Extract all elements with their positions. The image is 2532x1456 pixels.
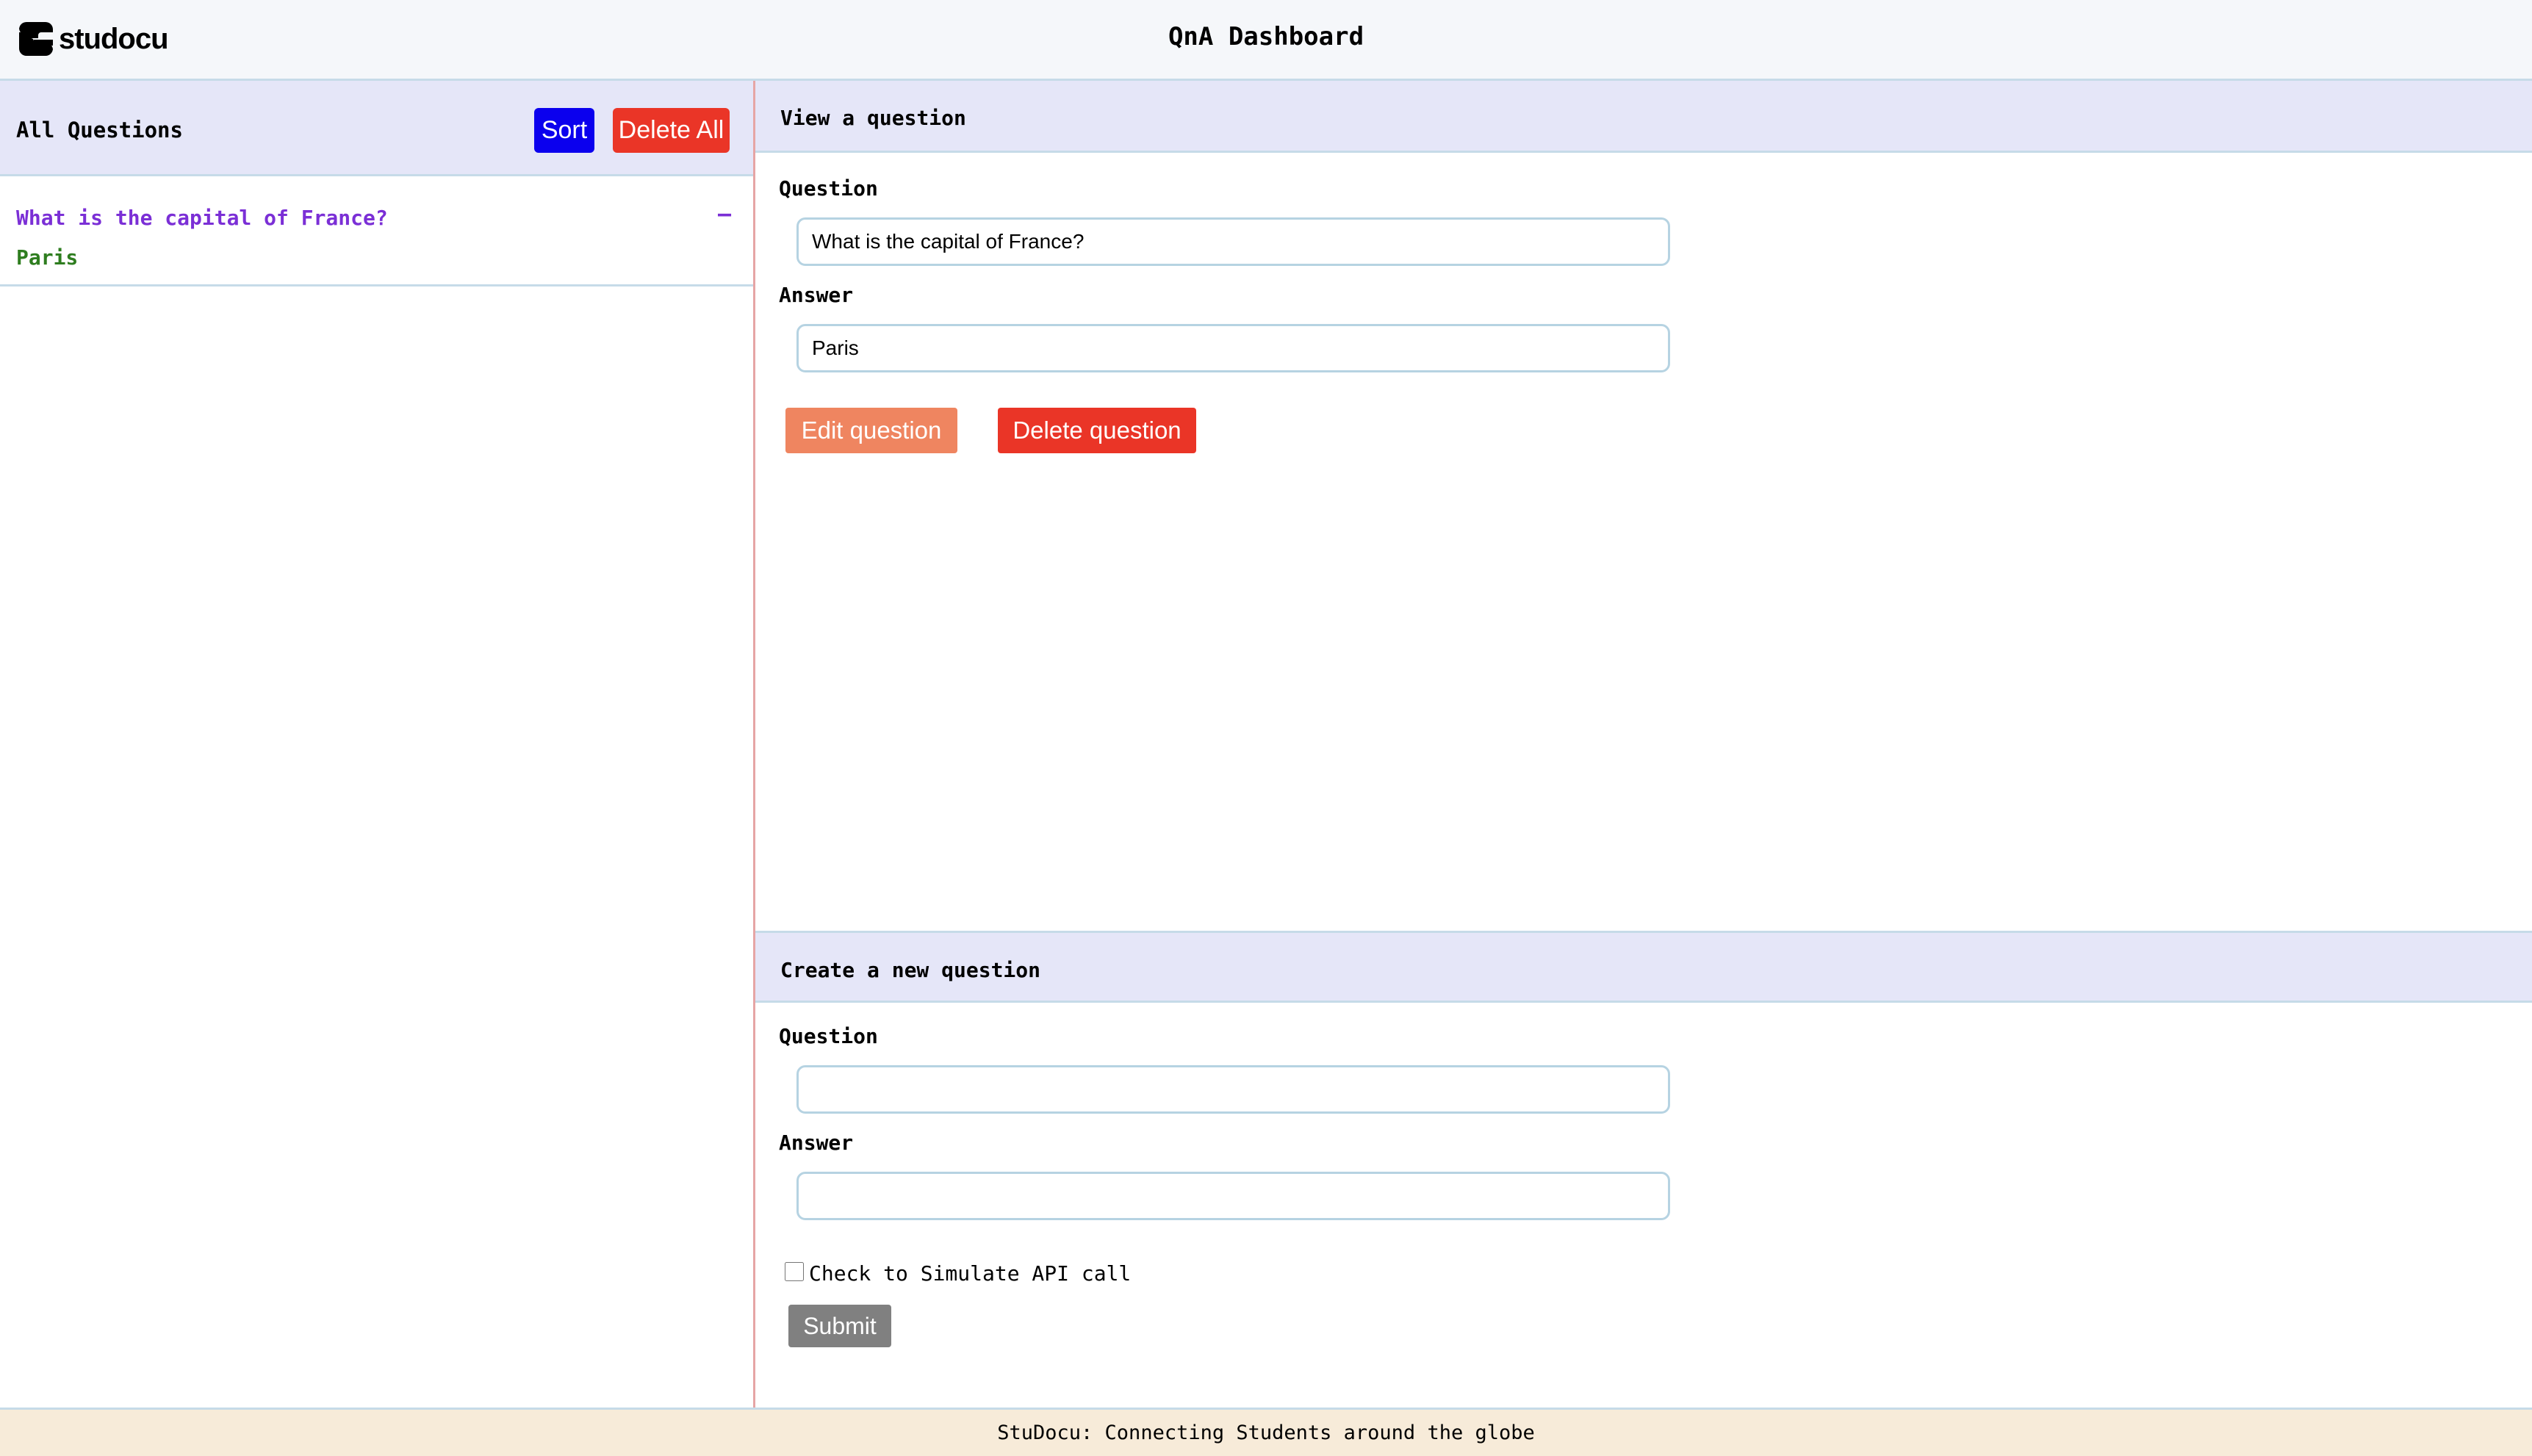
view-answer-label: Answer — [779, 283, 854, 307]
sidebar-title: All Questions — [16, 118, 183, 143]
page-title: QnA Dashboard — [1168, 22, 1364, 51]
create-answer-input[interactable] — [796, 1172, 1670, 1220]
list-item-answer: Paris — [16, 245, 79, 270]
simulate-api-label[interactable]: Check to Simulate API call — [809, 1261, 1131, 1286]
create-question-section: Create a new question Question Answer Ch… — [755, 931, 2532, 1408]
page-footer: StuDocu: Connecting Students around the … — [0, 1408, 2532, 1456]
simulate-api-checkbox[interactable] — [785, 1262, 804, 1281]
create-question-title: Create a new question — [780, 958, 1041, 982]
app-header: studocu QnA Dashboard — [0, 0, 2532, 81]
create-question-label: Question — [779, 1024, 878, 1048]
create-question-header: Create a new question — [755, 931, 2532, 1003]
view-question-header: View a question — [755, 81, 2532, 153]
footer-text: StuDocu: Connecting Students around the … — [997, 1421, 1535, 1444]
sort-button[interactable]: Sort — [534, 108, 594, 153]
questions-sidebar: All Questions Sort Delete All What is th… — [0, 81, 755, 1408]
submit-button[interactable]: Submit — [788, 1305, 891, 1347]
create-question-input[interactable] — [796, 1065, 1670, 1114]
delete-question-button[interactable]: Delete question — [998, 408, 1196, 453]
list-item-question[interactable]: What is the capital of France? — [16, 206, 388, 230]
list-item[interactable]: What is the capital of France? – Paris — [0, 176, 753, 286]
create-answer-label: Answer — [779, 1131, 854, 1155]
minus-icon[interactable]: – — [718, 201, 731, 227]
edit-question-button[interactable]: Edit question — [785, 408, 957, 453]
view-question-title: View a question — [780, 106, 966, 130]
delete-all-button[interactable]: Delete All — [613, 108, 730, 153]
view-answer-input[interactable] — [796, 324, 1670, 372]
view-question-input[interactable] — [796, 217, 1670, 266]
view-question-section: View a question Question Answer Edit que… — [755, 81, 2532, 931]
questions-sidebar-header: All Questions Sort Delete All — [0, 81, 753, 176]
view-question-label: Question — [779, 176, 878, 201]
